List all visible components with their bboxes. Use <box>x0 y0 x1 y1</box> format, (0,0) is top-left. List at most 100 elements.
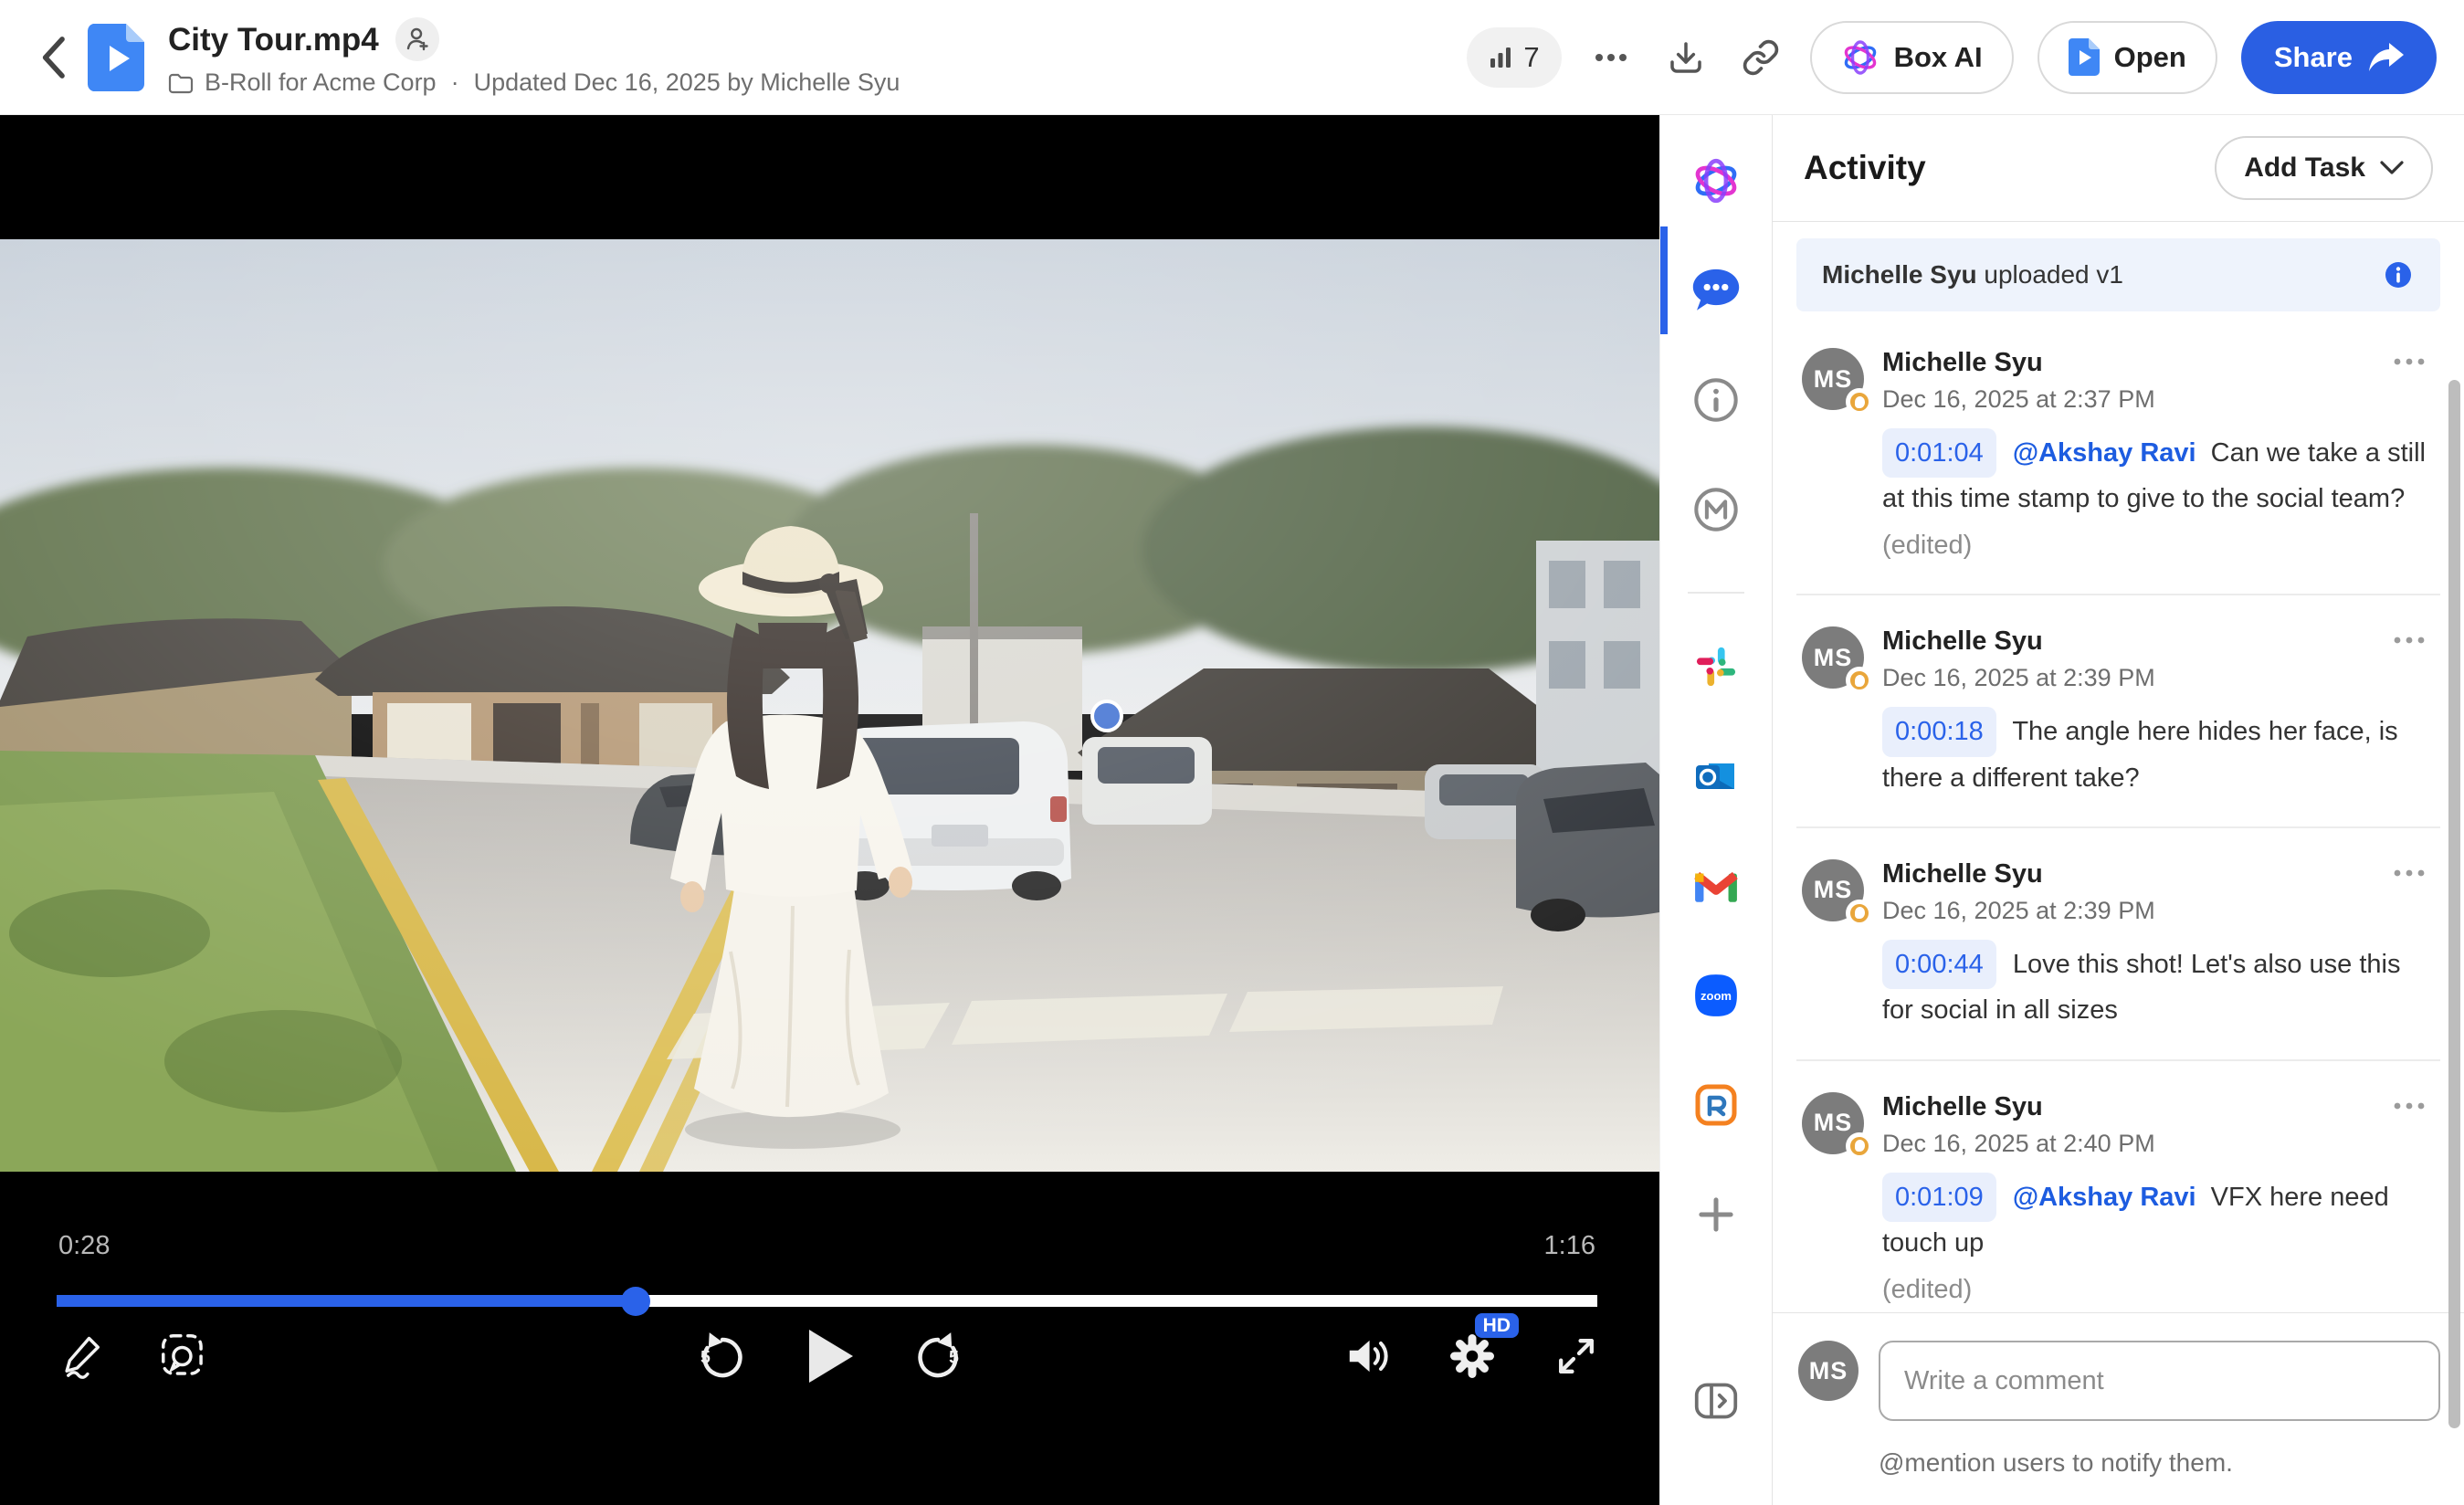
person-add-icon <box>405 26 430 52</box>
box-ai-atom-icon <box>1841 38 1880 77</box>
sidebar-ringcentral-button[interactable] <box>1683 1076 1749 1134</box>
upload-info-button[interactable] <box>2382 258 2415 291</box>
breadcrumb: B-Roll for Acme Corp · Updated Dec 16, 2… <box>168 68 900 97</box>
back-button[interactable] <box>27 32 79 83</box>
region-comment-button[interactable] <box>153 1326 214 1386</box>
comment-date: Dec 16, 2025 at 2:37 PM <box>1882 385 2435 414</box>
mention-link[interactable]: @Akshay Ravi <box>2013 1183 2196 1212</box>
comment-item: MS Michelle Syu Dec 16, 2025 at 2:37 PM … <box>1796 317 2440 595</box>
app-sidebar: zoom <box>1659 115 1772 1505</box>
sidebar-divider <box>1688 592 1744 594</box>
info-filled-icon <box>2384 260 2413 289</box>
box-ai-label: Box AI <box>1894 41 1983 74</box>
plus-icon <box>1696 1195 1736 1235</box>
link-icon <box>1742 38 1780 77</box>
sidebar-comments-button[interactable] <box>1683 261 1749 320</box>
region-comment-icon <box>159 1331 208 1381</box>
comment-item: MS Michelle Syu Dec 16, 2025 at 2:39 PM … <box>1796 595 2440 828</box>
sidebar-box-ai-button[interactable] <box>1683 152 1749 210</box>
slack-icon <box>1695 646 1737 688</box>
comment-text: 0:00:18 The angle here hides her face, i… <box>1882 707 2435 799</box>
rewind-5-icon: 5 <box>695 1329 750 1384</box>
comment-options-button[interactable] <box>2384 1092 2435 1120</box>
sidebar-info-button[interactable] <box>1683 371 1749 429</box>
volume-button[interactable] <box>1338 1326 1398 1386</box>
bar-chart-icon <box>1489 46 1512 69</box>
comment-text: 0:01:09 @Akshay Ravi VFX here need touch… <box>1882 1173 2435 1310</box>
play-icon <box>806 1328 855 1384</box>
share-label: Share <box>2274 41 2353 74</box>
comment-author: Michelle Syu <box>1882 1092 2435 1122</box>
active-tab-indicator <box>1660 226 1668 334</box>
seek-bar[interactable] <box>57 1295 1597 1307</box>
comment-options-button[interactable] <box>2384 348 2435 375</box>
timestamp-chip[interactable]: 0:01:04 <box>1882 428 1996 478</box>
comment-input[interactable] <box>1879 1341 2440 1421</box>
edited-label: (edited) <box>1882 524 2435 566</box>
timestamp-chip[interactable]: 0:00:44 <box>1882 940 1996 989</box>
chevron-left-icon <box>37 35 68 80</box>
open-button[interactable]: Open <box>2038 21 2217 94</box>
comments-bubble-icon <box>1690 267 1742 314</box>
breadcrumb-folder[interactable]: B-Roll for Acme Corp <box>205 68 437 97</box>
timestamp-chip[interactable]: 0:00:18 <box>1882 707 1996 756</box>
metadata-m-icon <box>1692 486 1740 533</box>
add-task-label: Add Task <box>2244 153 2365 184</box>
chevron-down-icon <box>2380 161 2404 175</box>
play-button[interactable] <box>800 1326 860 1386</box>
svg-text:zoom: zoom <box>1701 989 1732 1003</box>
zoom-icon: zoom <box>1693 973 1739 1018</box>
views-count-button[interactable]: 7 <box>1467 27 1561 88</box>
collapse-panel-button[interactable] <box>1683 1372 1749 1430</box>
breadcrumb-separator: · <box>451 68 459 97</box>
sidebar-outlook-button[interactable] <box>1683 747 1749 805</box>
avatar: MS <box>1798 1341 1859 1401</box>
skip-forward-5-button[interactable]: 5 <box>908 1326 968 1386</box>
avatar: MS <box>1802 859 1864 921</box>
forward-5-icon: 5 <box>911 1329 965 1384</box>
sidebar-zoom-button[interactable]: zoom <box>1683 966 1749 1025</box>
open-file-icon <box>2069 38 2100 77</box>
main-content: 0:28 1:16 <box>0 115 2464 1505</box>
sidebar-metadata-button[interactable] <box>1683 480 1749 539</box>
scrollbar-thumb[interactable] <box>2448 380 2460 1428</box>
mention-link[interactable]: @Akshay Ravi <box>2013 438 2196 468</box>
settings-button[interactable]: HD <box>1442 1326 1502 1386</box>
comment-options-button[interactable] <box>2384 626 2435 654</box>
more-options-button[interactable] <box>1585 32 1637 83</box>
ellipsis-icon <box>1595 53 1627 62</box>
avatar: MS <box>1802 348 1864 410</box>
share-arrow-icon <box>2369 42 2404 73</box>
header-actions: 7 <box>1467 21 2437 94</box>
comment-text: 0:00:44 Love this shot! Let's also use t… <box>1882 940 2435 1032</box>
add-collaborator-button[interactable] <box>395 17 439 61</box>
video-frame[interactable] <box>0 239 1659 1172</box>
skip-back-5-button[interactable]: 5 <box>692 1326 753 1386</box>
annotate-button[interactable] <box>53 1326 113 1386</box>
sidebar-slack-button[interactable] <box>1683 637 1749 696</box>
collapse-panel-icon <box>1693 1381 1739 1421</box>
views-count: 7 <box>1523 41 1539 74</box>
video-player: 0:28 1:16 <box>0 115 1659 1505</box>
copy-link-button[interactable] <box>1735 32 1786 83</box>
folder-icon <box>168 72 194 94</box>
sidebar-gmail-button[interactable] <box>1683 857 1749 915</box>
mention-hint: @mention users to notify them. <box>1879 1448 2440 1478</box>
file-title: City Tour.mp4 <box>168 24 379 56</box>
header: City Tour.mp4 B-Roll for Acme Corp · Upd… <box>0 0 2464 115</box>
activity-panel: Activity Add Task Michelle Syu uploaded … <box>1772 115 2464 1505</box>
gear-icon <box>1448 1331 1497 1381</box>
sidebar-add-app-button[interactable] <box>1683 1185 1749 1244</box>
duration: 1:16 <box>1544 1231 1595 1261</box>
download-button[interactable] <box>1660 32 1711 83</box>
timestamp-chip[interactable]: 0:01:09 <box>1882 1173 1996 1222</box>
share-button[interactable]: Share <box>2241 21 2437 94</box>
ringcentral-icon <box>1694 1083 1738 1127</box>
box-ai-button[interactable]: Box AI <box>1810 21 2014 94</box>
add-task-button[interactable]: Add Task <box>2215 136 2433 200</box>
activity-feed: Michelle Syu uploaded v1 MS Michelle Sy <box>1773 222 2464 1312</box>
fullscreen-button[interactable] <box>1546 1326 1606 1386</box>
seek-handle[interactable] <box>621 1287 650 1316</box>
upload-action: uploaded v1 <box>1977 260 2123 289</box>
comment-options-button[interactable] <box>2384 859 2435 887</box>
